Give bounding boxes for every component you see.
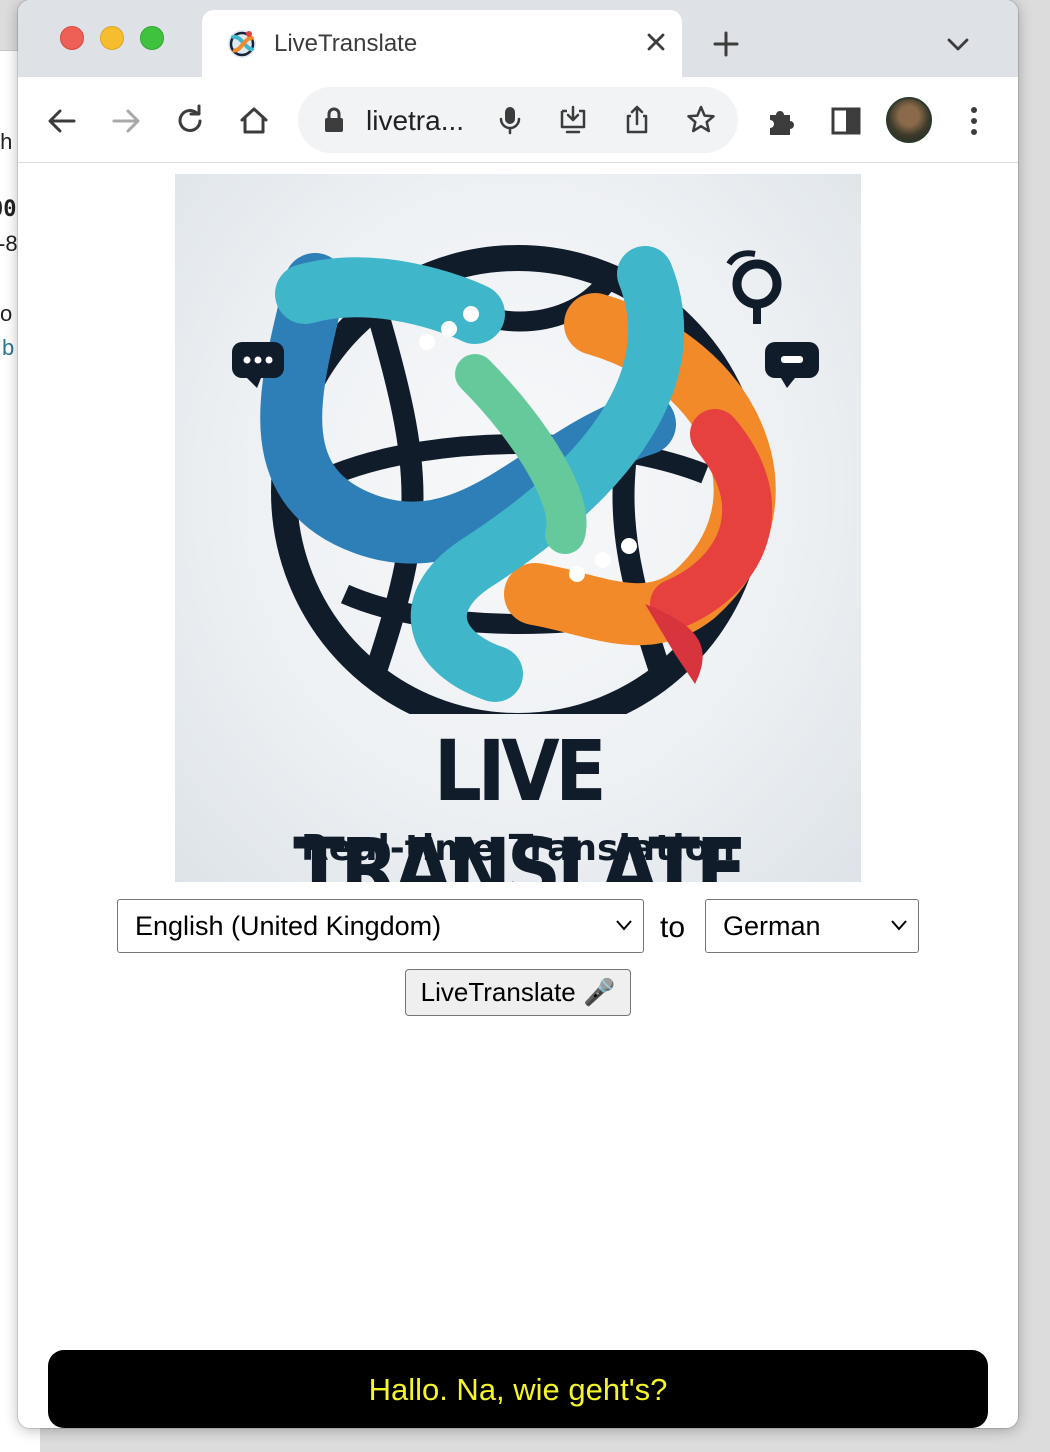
share-icon[interactable]	[620, 103, 654, 137]
globe-logo-icon	[232, 245, 819, 739]
home-icon[interactable]	[234, 101, 274, 141]
language-controls: English (United Kingdom) to German	[18, 899, 1018, 953]
close-tab-icon[interactable]	[640, 26, 672, 58]
tab-livetranslate[interactable]: LiveTranslate	[202, 10, 682, 77]
back-arrow-icon[interactable]	[42, 101, 82, 141]
profile-avatar[interactable]	[886, 97, 932, 143]
chevron-down-icon[interactable]	[942, 28, 974, 60]
background-link[interactable]: b	[2, 335, 14, 361]
livetranslate-logo: LIVE TRANSLATE Real-time Translation	[175, 174, 861, 882]
target-language-select[interactable]: German	[705, 899, 919, 953]
browser-window: LiveTranslate livetra... LIVE TRANSLATE …	[18, 0, 1018, 1428]
url-text[interactable]: livetra...	[366, 105, 464, 137]
install-app-icon[interactable]	[556, 103, 590, 137]
background-text: -8	[0, 231, 18, 256]
address-bar[interactable]: livetra...	[298, 87, 738, 153]
background-text: o	[0, 301, 13, 326]
translation-output-bar: Hallo. Na, wie geht's?	[48, 1350, 988, 1428]
livetranslate-button[interactable]: LiveTranslate 🎤	[405, 969, 631, 1016]
side-panel-icon[interactable]	[826, 101, 866, 141]
maximize-window-button[interactable]	[140, 26, 164, 50]
browser-toolbar: livetra...	[18, 77, 1018, 163]
forward-arrow-icon[interactable]	[106, 101, 146, 141]
close-window-button[interactable]	[60, 26, 84, 50]
background-text: 00	[0, 197, 17, 222]
logo-subtitle: Real-time Translation	[301, 828, 735, 869]
chevron-down-icon	[616, 920, 632, 931]
microphone-icon[interactable]	[493, 103, 527, 137]
tab-strip: LiveTranslate	[18, 0, 1018, 77]
minimize-window-button[interactable]	[100, 26, 124, 50]
page-content: LIVE TRANSLATE Real-time Translation Eng…	[18, 164, 1018, 1428]
reload-icon[interactable]	[170, 101, 210, 141]
source-language-select[interactable]: English (United Kingdom)	[117, 899, 644, 953]
lock-icon[interactable]	[322, 107, 346, 133]
tab-title: LiveTranslate	[274, 30, 418, 57]
chevron-down-icon	[891, 920, 907, 931]
extensions-puzzle-icon[interactable]	[762, 101, 802, 141]
source-language-value: English (United Kingdom)	[135, 911, 442, 941]
globe-logo-icon	[228, 30, 256, 58]
background-text: th	[0, 129, 13, 154]
more-menu-icon[interactable]	[954, 101, 994, 141]
new-tab-icon[interactable]	[708, 26, 744, 62]
translated-text: Hallo. Na, wie geht's?	[368, 1372, 668, 1407]
target-language-value: German	[723, 911, 821, 941]
connector-label: to	[660, 911, 686, 944]
bookmark-star-icon[interactable]	[684, 103, 718, 137]
